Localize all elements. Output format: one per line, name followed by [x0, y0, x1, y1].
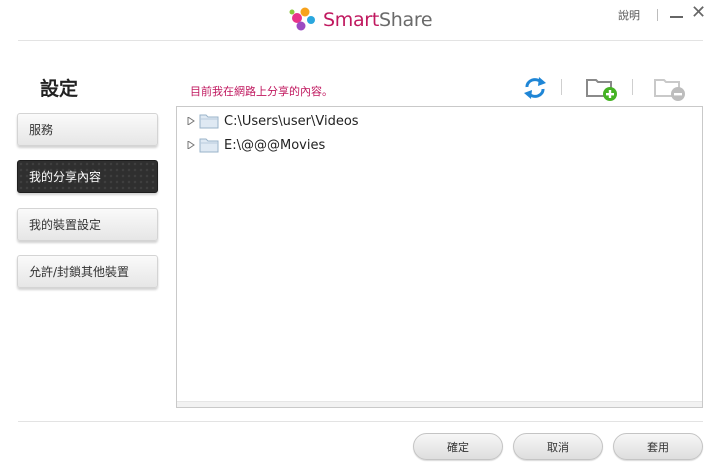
folder-icon	[199, 114, 219, 129]
tree-item-folder[interactable]: C:\Users\user\Videos	[187, 111, 359, 131]
cancel-button[interactable]: 取消	[513, 433, 603, 460]
folder-path: E:\@@@Movies	[224, 137, 326, 153]
apply-button[interactable]: 套用	[613, 433, 703, 460]
refresh-button[interactable]	[518, 73, 552, 103]
confirm-button-label: 確定	[447, 440, 469, 454]
apply-button-label: 套用	[647, 440, 669, 454]
title-bar: SmartShare 說明 ✕	[0, 0, 720, 40]
tree-item-folder[interactable]: E:\@@@Movies	[187, 135, 325, 155]
close-icon[interactable]: ✕	[691, 2, 706, 24]
sidebar-item-my-shared-content[interactable]: 我的分享內容	[17, 160, 158, 193]
folder-icon	[199, 138, 219, 153]
remove-folder-button[interactable]	[653, 73, 687, 103]
expand-arrow-icon[interactable]	[187, 117, 195, 125]
sidebar-item-service[interactable]: 服務	[17, 113, 158, 146]
title-divider	[18, 40, 703, 41]
sidebar-item-label: 我的裝置設定	[29, 218, 102, 232]
toolbar-separator	[561, 79, 562, 95]
minimize-icon[interactable]	[670, 16, 683, 18]
logo-text-share: Share	[378, 9, 433, 31]
confirm-button[interactable]: 確定	[413, 433, 503, 460]
smartshare-logo-icon	[289, 7, 315, 31]
logo-text-smart: Smart	[323, 9, 379, 31]
title-separator	[657, 9, 658, 21]
content-description: 目前我在網路上分享的內容。	[190, 85, 333, 98]
cancel-button-label: 取消	[547, 440, 569, 454]
expand-arrow-icon[interactable]	[187, 141, 195, 149]
refresh-icon	[524, 77, 546, 99]
toolbar-separator	[632, 79, 633, 95]
remove-folder-icon	[654, 79, 685, 101]
shared-folders-tree[interactable]: C:\Users\user\Videos E:\@@@Movies	[176, 106, 703, 408]
sidebar-item-allow-block-devices[interactable]: 允許/封鎖其他裝置	[17, 255, 158, 288]
smartshare-logo: SmartShare	[288, 5, 433, 35]
folder-path: C:\Users\user\Videos	[224, 113, 359, 129]
help-link[interactable]: 說明	[618, 7, 640, 23]
add-folder-icon	[586, 79, 617, 101]
sidebar-item-label: 我的分享內容	[29, 170, 102, 184]
sidebar-item-label: 服務	[29, 123, 54, 137]
footer-divider	[18, 421, 703, 422]
sidebar-item-my-device-settings[interactable]: 我的裝置設定	[17, 208, 158, 241]
sidebar-item-label: 允許/封鎖其他裝置	[29, 265, 130, 279]
add-folder-button[interactable]	[585, 73, 619, 103]
settings-title: 設定	[40, 78, 79, 100]
horizontal-scrollbar[interactable]	[177, 401, 702, 407]
